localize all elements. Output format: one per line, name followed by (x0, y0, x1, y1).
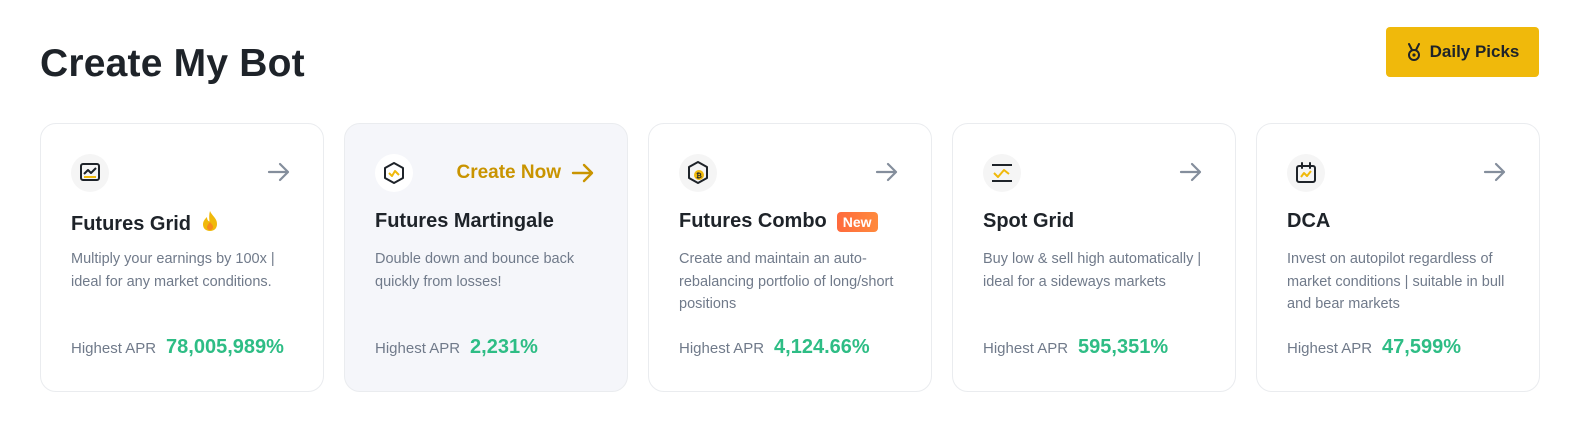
arrow-right-icon (1483, 162, 1507, 182)
card-title-text: Futures Grid (71, 212, 192, 235)
card-title: Spot Grid (983, 210, 1074, 233)
card-apr: Highest APR 4,124.66% (679, 336, 870, 359)
apr-value: 595,351% (1078, 336, 1169, 358)
futures-martingale-icon (375, 154, 413, 192)
page-title: Create My Bot (40, 42, 305, 85)
card-description: Invest on autopilot regardless of market… (1287, 251, 1505, 312)
card-title-text: Spot Grid (983, 210, 1075, 232)
card-futures-combo[interactable]: ₿ Futures Combo New Create and maintain … (648, 123, 932, 392)
apr-label: Highest APR (983, 340, 1069, 357)
medal-icon (1406, 43, 1422, 61)
card-arrow[interactable] (267, 162, 291, 182)
card-title-text: Futures Combo (679, 210, 827, 232)
spot-grid-icon (983, 154, 1021, 192)
card-apr: Highest APR 47,599% (1287, 336, 1461, 359)
card-title-text: Futures Martingale (375, 210, 554, 232)
card-description: Multiply your earnings by 100x | ideal f… (71, 251, 275, 290)
bot-cards: Futures Grid Multiply your earnings by 1… (40, 123, 1540, 392)
arrow-right-icon (571, 163, 595, 183)
apr-value: 78,005,989% (166, 336, 284, 358)
card-title: DCA (1287, 210, 1330, 233)
card-futures-martingale[interactable]: Create Now Futures Martingale Double dow… (344, 123, 628, 392)
card-apr: Highest APR 78,005,989% (71, 336, 284, 359)
fire-icon (201, 210, 219, 238)
card-arrow[interactable] (1483, 162, 1507, 182)
apr-label: Highest APR (1287, 340, 1373, 357)
card-arrow[interactable] (875, 162, 899, 182)
dca-icon (1287, 154, 1325, 192)
card-arrow[interactable] (1179, 162, 1203, 182)
card-title: Futures Martingale (375, 210, 554, 233)
create-now-link[interactable]: Create Now (456, 162, 595, 184)
card-title-text: DCA (1287, 210, 1331, 232)
card-description: Buy low & sell high automatically | idea… (983, 251, 1202, 290)
apr-label: Highest APR (71, 340, 157, 357)
daily-picks-label: Daily Picks (1429, 42, 1520, 61)
card-description: Create and maintain an auto-rebalancing … (679, 251, 894, 312)
card-futures-grid[interactable]: Futures Grid Multiply your earnings by 1… (40, 123, 324, 392)
card-apr: Highest APR 2,231% (375, 336, 538, 359)
create-now-label: Create Now (456, 162, 561, 183)
card-spot-grid[interactable]: Spot Grid Buy low & sell high automatica… (952, 123, 1236, 392)
card-description: Double down and bounce back quickly from… (375, 251, 575, 290)
apr-label: Highest APR (375, 340, 461, 357)
futures-combo-icon: ₿ (679, 154, 717, 192)
create-bot-page: Create My Bot Daily Picks Futures Grid M… (0, 0, 1569, 422)
svg-text:₿: ₿ (696, 172, 702, 180)
apr-label: Highest APR (679, 340, 765, 357)
arrow-right-icon (267, 162, 291, 182)
card-title: Futures Grid (71, 210, 219, 238)
apr-value: 4,124.66% (774, 336, 870, 358)
card-dca[interactable]: DCA Invest on autopilot regardless of ma… (1256, 123, 1540, 392)
header: Create My Bot Daily Picks (40, 27, 1539, 90)
apr-value: 2,231% (470, 336, 538, 358)
apr-value: 47,599% (1382, 336, 1462, 358)
arrow-right-icon (1179, 162, 1203, 182)
card-title: Futures Combo New (679, 210, 878, 233)
arrow-right-icon (875, 162, 899, 182)
card-apr: Highest APR 595,351% (983, 336, 1168, 359)
daily-picks-button[interactable]: Daily Picks (1386, 27, 1539, 77)
new-badge: New (836, 211, 878, 232)
futures-grid-icon (71, 154, 109, 192)
